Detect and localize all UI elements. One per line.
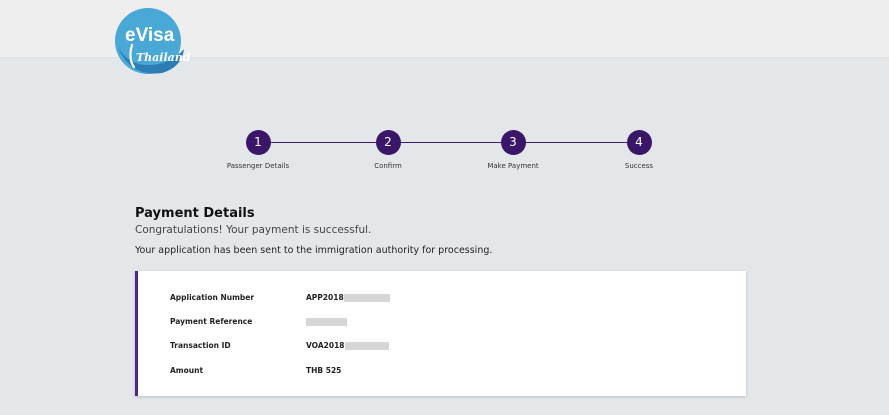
detail-label: Transaction ID bbox=[170, 341, 231, 350]
redacted-block bbox=[344, 342, 389, 350]
processing-message: Your application has been sent to the im… bbox=[135, 245, 493, 256]
detail-value: VOA2018 bbox=[306, 340, 389, 352]
detail-label: Amount bbox=[170, 366, 204, 375]
step-passenger-details: 1 Passenger Details bbox=[203, 130, 313, 170]
step-number-circle: 3 bbox=[500, 130, 526, 155]
detail-value bbox=[306, 316, 347, 328]
progress-stepper: 1 Passenger Details 2 Confirm 3 Make Pay… bbox=[0, 130, 889, 180]
page-title: Payment Details bbox=[135, 206, 255, 221]
redacted-block bbox=[306, 318, 347, 326]
step-label: Confirm bbox=[374, 162, 402, 170]
payment-details-card: Application Number APP2018 Payment Refer… bbox=[135, 271, 746, 396]
step-confirm: 2 Confirm bbox=[333, 130, 443, 170]
step-number-circle: 2 bbox=[375, 130, 401, 155]
logo-graphic: eVisa Thailand bbox=[115, 8, 190, 74]
step-success: 4 Success bbox=[584, 130, 694, 170]
evisa-thailand-logo-icon[interactable]: eVisa Thailand bbox=[110, 7, 190, 79]
logo-main-text: eVisa bbox=[125, 25, 175, 46]
step-label: Success bbox=[624, 162, 654, 170]
detail-value: THB 525 bbox=[306, 366, 342, 375]
stepper-line bbox=[258, 142, 640, 143]
step-label: Passenger Details bbox=[226, 162, 290, 170]
step-number-circle: 1 bbox=[245, 130, 271, 155]
step-number-circle: 4 bbox=[626, 130, 652, 155]
step-make-payment: 3 Make Payment bbox=[458, 130, 568, 170]
success-message: Congratulations! Your payment is success… bbox=[135, 224, 372, 236]
redacted-block bbox=[343, 294, 390, 302]
logo-script-text: Thailand bbox=[136, 51, 190, 64]
detail-label: Payment Reference bbox=[170, 317, 253, 326]
detail-value: APP2018 bbox=[306, 292, 390, 304]
step-label: Make Payment bbox=[487, 162, 539, 170]
detail-label: Application Number bbox=[170, 293, 255, 302]
